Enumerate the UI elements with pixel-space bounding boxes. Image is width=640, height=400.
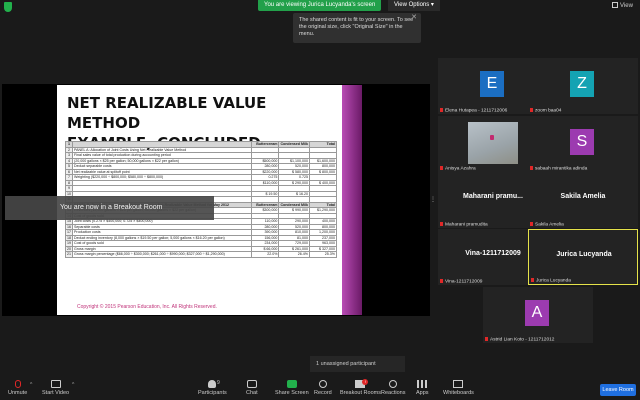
participants-icon bbox=[208, 380, 217, 388]
smiley-icon bbox=[389, 380, 398, 388]
cell-condensed-milk: Condensed Milk bbox=[278, 141, 310, 148]
participant-name-label: Elena Hutapea - 1211712006 bbox=[440, 107, 508, 113]
avatar: E bbox=[480, 71, 504, 97]
microphone-muted-icon bbox=[440, 221, 443, 226]
unmute-button[interactable]: Unmute bbox=[8, 380, 27, 396]
breakout-rooms-icon: ! bbox=[355, 379, 369, 388]
viewing-screen-banner: You are viewing Jurica Lucyanda's screen bbox=[258, 0, 382, 11]
microphone-muted-icon bbox=[530, 107, 533, 112]
view-button[interactable]: View bbox=[612, 2, 633, 9]
microphone-muted-icon bbox=[440, 278, 443, 283]
participant-name-label: Anisya Azahra bbox=[440, 165, 476, 171]
share-screen-button[interactable]: Share Screen bbox=[275, 380, 309, 396]
participant-name: zoom baa04 bbox=[535, 108, 562, 113]
slide-decoration-band bbox=[342, 85, 362, 315]
microphone-muted-icon bbox=[531, 277, 534, 282]
reactions-button[interactable]: Reactions bbox=[381, 380, 405, 396]
participant-name-label: Vina-1211712009 bbox=[440, 278, 483, 284]
row-number: 21 bbox=[65, 251, 73, 258]
apps-icon bbox=[417, 380, 428, 388]
participant-name: Jurica Lucyanda bbox=[536, 278, 571, 283]
participant-display-name: Jurica Lucyanda bbox=[556, 251, 612, 258]
participant-name: Anisya Azahra bbox=[445, 166, 476, 171]
slide-title-line-1: NET REALIZABLE VALUE METHOD bbox=[67, 94, 267, 132]
breakout-room-banner: You are now in a Breakout Room bbox=[5, 196, 214, 220]
start-video-button[interactable]: Start Video bbox=[42, 380, 69, 396]
participant-display-name: Sakila Amelia bbox=[560, 193, 606, 200]
microphone-muted-icon bbox=[530, 221, 533, 226]
panel-divider-handle[interactable]: ⋮ bbox=[430, 196, 436, 206]
chat-button[interactable]: Chat bbox=[246, 380, 258, 396]
video-camera-icon bbox=[50, 380, 61, 388]
cell-total: 25.3% bbox=[309, 251, 337, 258]
whiteboard-icon bbox=[453, 380, 464, 388]
record-icon bbox=[318, 380, 327, 388]
fit-screen-tooltip: The shared content is fit to your screen… bbox=[293, 13, 421, 43]
microphone-muted-icon bbox=[14, 380, 21, 388]
participant-name: Vina-1211712009 bbox=[445, 279, 483, 284]
cell-condensed-milk: 26.4% bbox=[278, 251, 310, 258]
participant-name: Maharani pramudita bbox=[445, 222, 488, 227]
tooltip-text: The shared content is fit to your screen… bbox=[299, 17, 414, 37]
microphone-muted-icon bbox=[530, 165, 533, 170]
participants-count: 9 bbox=[217, 380, 220, 386]
participant-tile[interactable]: Jurica Lucyanda Jurica Lucyanda bbox=[528, 229, 638, 285]
participant-tile[interactable]: A Astrid Lian Koto - 1211712012 bbox=[483, 287, 593, 343]
view-options-button[interactable]: View Options ▾ bbox=[388, 0, 440, 11]
meeting-toolbar: Unmute ^ Start Video ^ Participants 9 Ch… bbox=[0, 378, 640, 400]
copyright-text: Copyright © 2015 Pearson Education, Inc.… bbox=[77, 304, 217, 310]
profile-photo bbox=[468, 122, 518, 164]
security-shield-icon[interactable] bbox=[4, 2, 12, 12]
microphone-muted-icon bbox=[440, 107, 443, 112]
photo-figure bbox=[490, 135, 494, 140]
participant-name-label: zoom baa04 bbox=[530, 107, 562, 113]
top-bar: You are viewing Jurica Lucyanda's screen… bbox=[0, 0, 640, 14]
apps-button[interactable]: Apps bbox=[416, 380, 429, 396]
table-row: 21 Gross margin percentage ($66,000 ÷ $30… bbox=[65, 251, 337, 258]
participant-name-label: Jurica Lucyanda bbox=[531, 277, 571, 283]
chevron-up-icon[interactable]: ^ bbox=[72, 382, 74, 388]
participant-name-label: Maharani pramudita bbox=[440, 221, 488, 227]
participant-name: Astrid Lian Koto - 1211712012 bbox=[490, 337, 555, 342]
participant-tile[interactable]: Zzoom baa04 bbox=[528, 58, 638, 114]
breakout-rooms-button[interactable]: ! Breakout Rooms bbox=[340, 379, 381, 396]
grid-icon bbox=[612, 2, 618, 8]
unassigned-participant-notice[interactable]: 1 unassigned participant bbox=[310, 356, 405, 372]
chevron-up-icon[interactable]: ^ bbox=[30, 382, 32, 388]
participants-button[interactable]: Participants bbox=[198, 380, 227, 396]
avatar: Z bbox=[570, 71, 594, 97]
participant-name: Sakila Amelia bbox=[535, 222, 564, 227]
avatar: A bbox=[525, 300, 549, 326]
participant-name: sabaah mirantika adinda bbox=[535, 166, 588, 171]
participant-name-label: Astrid Lian Koto - 1211712012 bbox=[485, 336, 555, 342]
notification-badge: ! bbox=[362, 379, 369, 385]
participant-name-label: Sakila Amelia bbox=[530, 221, 564, 227]
participant-name-label: sabaah mirantika adinda bbox=[530, 165, 588, 171]
cell-buttercream: 22.0% bbox=[251, 251, 280, 258]
participant-tile[interactable]: Sakila Amelia Sakila Amelia bbox=[528, 172, 638, 228]
microphone-muted-icon bbox=[440, 165, 443, 170]
cell-condensed-milk: Condensed Milk bbox=[278, 201, 310, 208]
row-label: Gross margin percentage ($66,000 ÷ $300,… bbox=[71, 251, 253, 258]
leave-room-button[interactable]: Leave Room bbox=[600, 384, 636, 396]
record-button[interactable]: Record bbox=[314, 380, 332, 396]
share-screen-icon bbox=[286, 380, 297, 388]
participant-name: Elena Hutapea - 1211712006 bbox=[445, 108, 508, 113]
cell-buttercream: Buttercream bbox=[251, 141, 280, 148]
cell-buttercream: Buttercream bbox=[251, 201, 280, 208]
whiteboards-button[interactable]: Whiteboards bbox=[443, 380, 474, 396]
close-icon[interactable]: ✕ bbox=[411, 14, 417, 21]
avatar: S bbox=[570, 129, 594, 155]
microphone-muted-icon bbox=[485, 336, 488, 341]
participant-tile[interactable]: Ssabaah mirantika adinda bbox=[528, 116, 638, 172]
chat-bubble-icon bbox=[246, 380, 257, 388]
